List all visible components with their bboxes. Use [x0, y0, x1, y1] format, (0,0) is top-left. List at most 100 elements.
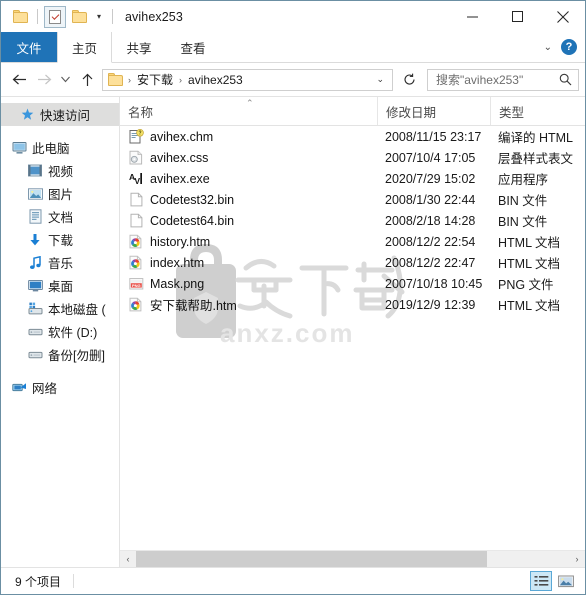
sidebar-item-desktop[interactable]: 桌面: [1, 274, 119, 297]
address-bar: › 安下载 › avihex253 ⌄ 搜索"avihex253": [1, 63, 585, 96]
breadcrumb-separator: ›: [128, 74, 131, 85]
table-row[interactable]: history.htm 2008/12/2 22:54 HTML 文档: [120, 231, 585, 252]
breadcrumb-item-0[interactable]: 安下载: [134, 71, 176, 88]
sidebar-item-label: 桌面: [48, 280, 74, 294]
breadcrumb-bar[interactable]: › 安下载 › avihex253 ⌄: [102, 68, 393, 91]
sidebar-item-drive-d[interactable]: 软件 (D:): [1, 320, 119, 343]
sidebar-item-pictures[interactable]: 图片: [1, 182, 119, 205]
scroll-right-arrow[interactable]: ›: [569, 551, 585, 567]
table-row[interactable]: Codetest32.bin 2008/1/30 22:44 BIN 文件: [120, 189, 585, 210]
chevron-down-icon[interactable]: ⌄: [370, 74, 390, 85]
minimize-button[interactable]: [450, 1, 495, 32]
tab-share[interactable]: 共享: [112, 32, 166, 62]
table-row[interactable]: ? avihex.chm 2008/11/15 23:17 编译的 HTML: [120, 126, 585, 147]
sidebar-item-videos[interactable]: 视频: [1, 159, 119, 182]
tab-view[interactable]: 查看: [166, 32, 220, 62]
table-row[interactable]: Codetest64.bin 2008/2/18 14:28 BIN 文件: [120, 210, 585, 231]
file-explorer-window: ▾ avihex253 文件 主页 共享 查看 ⌄ ? › 安下载 › avih…: [0, 0, 586, 595]
window-controls: [450, 1, 585, 32]
column-header-type[interactable]: 类型: [490, 97, 585, 125]
tab-home[interactable]: 主页: [57, 32, 113, 63]
drive-icon: [27, 324, 43, 340]
properties-icon[interactable]: [44, 5, 66, 28]
horizontal-scrollbar[interactable]: ‹ ›: [120, 550, 585, 567]
file-name-cell: 安下载帮助.htm: [120, 294, 377, 315]
maximize-button[interactable]: [495, 1, 540, 32]
file-list[interactable]: anxz.com ? avihex.chm 2008/11/15 23:17 编…: [120, 126, 585, 550]
search-box[interactable]: 搜索"avihex253": [427, 68, 579, 91]
refresh-icon[interactable]: [398, 69, 420, 91]
recent-locations-icon[interactable]: [57, 68, 74, 92]
folder-icon: [108, 73, 123, 86]
tab-file[interactable]: 文件: [1, 32, 57, 62]
file-type-cell: 应用程序: [498, 173, 549, 187]
folder-icon[interactable]: [9, 6, 31, 28]
breadcrumb-item-1[interactable]: avihex253: [185, 73, 246, 87]
table-row[interactable]: PNG Mask.png 2007/10/18 10:45 PNG 文件: [120, 273, 585, 294]
view-mode-buttons: [530, 571, 585, 591]
search-icon[interactable]: [559, 73, 574, 86]
generic-file-icon: [128, 213, 144, 229]
file-type-cell: BIN 文件: [498, 215, 548, 229]
sidebar-item-this-pc[interactable]: 此电脑: [1, 136, 119, 159]
sidebar-item-downloads[interactable]: 下载: [1, 228, 119, 251]
breadcrumb-separator-2[interactable]: ›: [176, 75, 185, 85]
scroll-left-arrow[interactable]: ‹: [120, 551, 136, 567]
table-row[interactable]: 安下载帮助.htm 2019/12/9 12:39 HTML 文档: [120, 294, 585, 315]
toolbar-divider: [37, 9, 38, 24]
sidebar-item-local-disk[interactable]: 本地磁盘 (: [1, 297, 119, 320]
chm-help-icon: ?: [128, 129, 144, 145]
close-button[interactable]: [540, 1, 585, 32]
column-header-date-modified[interactable]: 修改日期: [377, 97, 490, 125]
file-type-cell: 编译的 HTML: [498, 131, 574, 145]
quick-access-toolbar: ▾: [1, 5, 117, 29]
table-row[interactable]: avihex.css 2007/10/4 17:05 层叠样式表文: [120, 147, 585, 168]
ribbon-right-controls: ⌄ ?: [541, 32, 585, 62]
videos-icon: [27, 163, 43, 179]
sidebar-item-documents[interactable]: 文档: [1, 205, 119, 228]
forward-button[interactable]: [32, 68, 56, 92]
sidebar-item-label: 音乐: [48, 257, 74, 271]
file-name-cell: ? avihex.chm: [120, 126, 377, 147]
new-folder-icon[interactable]: [68, 6, 90, 28]
search-input[interactable]: 搜索"avihex253": [436, 71, 559, 88]
pictures-icon: [27, 186, 43, 202]
scrollbar-thumb[interactable]: [136, 551, 487, 567]
file-name-cell: Codetest32.bin: [120, 189, 377, 210]
sidebar-item-label: 网络: [32, 382, 58, 396]
system-drive-icon: [27, 301, 43, 317]
large-icons-view-button[interactable]: [555, 571, 577, 591]
file-name-cell: PNG Mask.png: [120, 273, 377, 294]
exe-app-icon: AV: [128, 171, 144, 187]
sidebar-item-backup-drive[interactable]: 备份[勿删]: [1, 343, 119, 366]
css-file-icon: [128, 150, 144, 166]
file-type-cell: BIN 文件: [498, 194, 548, 208]
chevron-down-icon[interactable]: ⌄: [541, 42, 555, 53]
status-bar: 9 个项目: [1, 567, 585, 594]
back-button[interactable]: [7, 68, 31, 92]
help-icon[interactable]: ?: [561, 39, 577, 55]
file-name: index.htm: [150, 255, 205, 270]
navigation-pane[interactable]: 快速访问 此电脑 视频 图片 文档 下载 音乐 桌面 本地磁盘 (软件 (D:…: [1, 97, 120, 567]
sidebar-item-network[interactable]: 网络: [1, 376, 119, 399]
sidebar-item-quick-access[interactable]: 快速访问: [1, 103, 119, 126]
details-view-button[interactable]: [530, 571, 552, 591]
up-button[interactable]: [75, 68, 99, 92]
sidebar-item-music[interactable]: 音乐: [1, 251, 119, 274]
html-file-icon: [128, 297, 144, 313]
downloads-icon: [27, 232, 43, 248]
sidebar-item-label: 文档: [48, 211, 74, 225]
table-row[interactable]: index.htm 2008/12/2 22:47 HTML 文档: [120, 252, 585, 273]
chevron-down-icon[interactable]: ▾: [92, 6, 106, 28]
pin-star-icon: [19, 107, 35, 123]
drive-icon: [27, 347, 43, 363]
file-name: avihex.css: [150, 150, 209, 165]
file-date-cell: 2008/1/30 22:44: [385, 192, 476, 207]
file-date-cell: 2020/7/29 15:02: [385, 171, 476, 186]
file-name-cell: index.htm: [120, 252, 377, 273]
scrollbar-track[interactable]: [136, 551, 569, 567]
table-row[interactable]: AV avihex.exe 2020/7/29 15:02 应用程序: [120, 168, 585, 189]
this-pc-icon: [11, 140, 27, 156]
column-header-name[interactable]: 名称 ⌃: [120, 97, 377, 125]
